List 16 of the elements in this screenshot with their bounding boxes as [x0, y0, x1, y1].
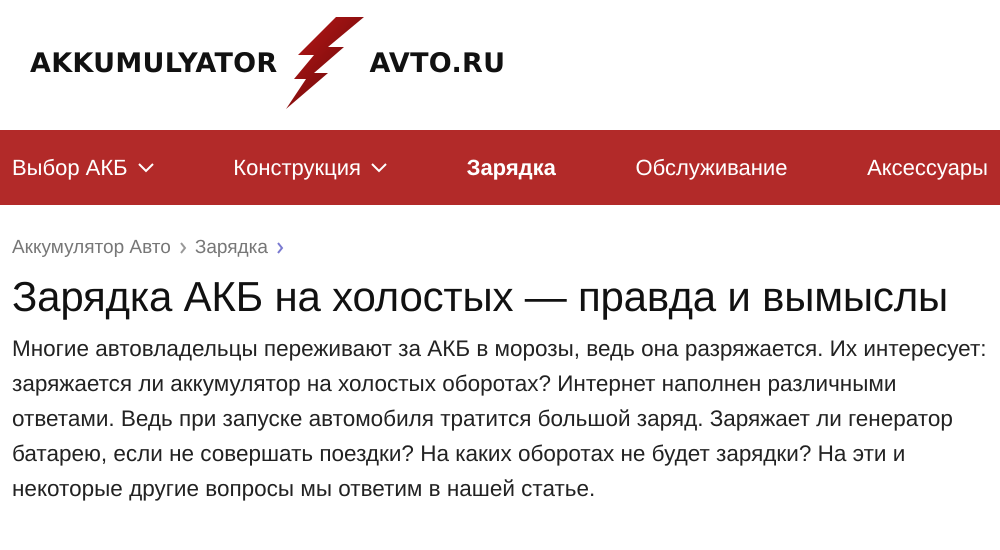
nav-item[interactable]: Выбор АКБ — [12, 154, 154, 180]
logo-text: AKKUMULYATOR — [30, 48, 278, 78]
chevron-down-icon — [138, 162, 154, 172]
logo-text: AVTO.RU — [370, 48, 506, 78]
nav-item[interactable]: Обслуживание — [636, 154, 788, 180]
chevron-down-icon — [370, 162, 387, 172]
lightning-bolt-icon — [284, 17, 364, 109]
nav-item[interactable]: Конструкция — [233, 154, 387, 180]
chevron-right-icon — [178, 242, 187, 254]
nav-item[interactable]: Аксессуары — [867, 154, 988, 180]
article-title: Зарядка АКБ на холостых — правда и вымыслы — [12, 273, 950, 321]
nav-item[interactable]: Зарядка — [466, 154, 556, 180]
breadcrumb-link[interactable]: Зарядка — [194, 237, 268, 259]
breadcrumb-link[interactable]: Аккумулятор Авто — [12, 237, 171, 259]
chevron-right-icon — [276, 242, 284, 254]
article-intro: Многие автовладельцы переживают за АКБ в морозы, ведь она разряжается. Их интересует: заряжается ли аккумулятор на холостых оборотах? Интернет наполнен различными ответами. Ведь при запуске автомобиля тратится большой заряд. Заряжает ли генератор батарею, если не совершать поездки? На каких оборотах не будет зарядки? На эти и некоторые другие вопросы мы ответим в нашей статье. — [12, 335, 988, 503]
